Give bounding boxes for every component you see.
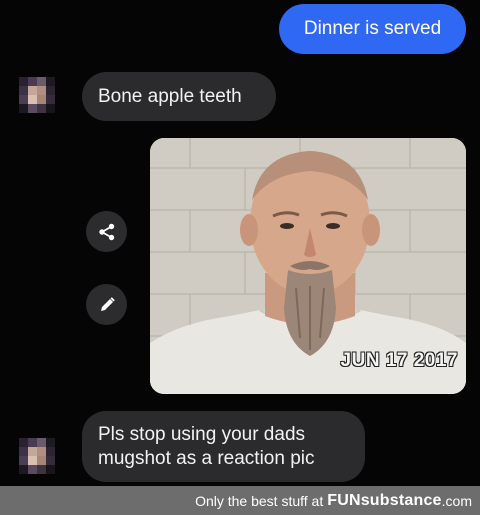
- contact-avatar[interactable]: [19, 77, 55, 113]
- share-icon: [98, 223, 114, 240]
- footer-tagline: Only the best stuff at: [195, 492, 324, 509]
- mugshot-photo[interactable]: JUN 17 2017: [150, 138, 466, 394]
- footer-domain: .com: [441, 492, 472, 509]
- contact-avatar[interactable]: [19, 438, 55, 474]
- chat-screen: Dinner is served Bone apple teeth JUN 17…: [0, 0, 480, 515]
- footer-brand: FUNsubstance: [327, 491, 442, 509]
- edit-button[interactable]: [86, 284, 127, 325]
- share-button[interactable]: [86, 211, 127, 252]
- received-message-bubble[interactable]: Pls stop using your dads mugshot as a re…: [82, 411, 365, 482]
- edit-pencil-icon: [100, 296, 115, 311]
- sent-message-bubble[interactable]: Dinner is served: [279, 4, 466, 54]
- watermark-footer: Only the best stuff at FUNsubstance .com: [0, 486, 480, 515]
- photo-date-stamp: JUN 17 2017: [340, 350, 458, 371]
- received-message-bubble[interactable]: Bone apple teeth: [82, 72, 276, 121]
